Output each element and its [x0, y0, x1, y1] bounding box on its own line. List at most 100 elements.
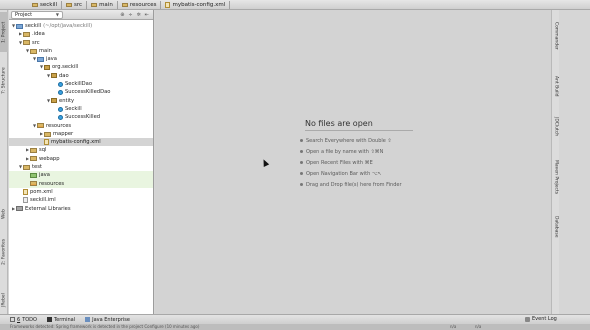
project-tree: ▼ seckill (~/opt/java/seckill) ▶ .idea ▼… [9, 20, 153, 213]
tree-item-test[interactable]: ▼ test [9, 163, 153, 171]
xml-file-icon [44, 139, 49, 146]
status-message[interactable]: Frameworks detected: Spring framework is… [10, 324, 199, 329]
event-log-icon [525, 316, 530, 322]
collapse-icon[interactable]: ÷ [128, 12, 132, 18]
sync-icon[interactable]: ⊕ [120, 12, 124, 18]
tree-item-seckill-iml[interactable]: seckill.iml [9, 196, 153, 204]
tab-web[interactable]: Web [0, 206, 8, 222]
tree-item-seckill-class[interactable]: Seckill [9, 105, 153, 113]
test-source-folder-icon [30, 172, 37, 178]
folder-icon [44, 131, 51, 137]
file-encoding[interactable]: n/a [475, 324, 481, 330]
no-files-title: No files are open [305, 119, 373, 128]
divider [305, 130, 413, 131]
chevron-down-icon: ▼ [55, 12, 59, 17]
resources-folder-icon [37, 123, 44, 129]
tab-ant-build[interactable]: Ant Build [552, 68, 560, 104]
breadcrumb-main[interactable]: main [89, 0, 118, 9]
tree-item-dao[interactable]: ▼ dao [9, 72, 153, 80]
tree-item-org-seckill[interactable]: ▼ org.seckill [9, 63, 153, 71]
breadcrumb-seckill[interactable]: seckill [30, 0, 63, 9]
editor-area[interactable]: No files are open Search Everywhere with… [155, 10, 551, 314]
folder-icon [23, 164, 30, 170]
tree-item-webapp[interactable]: ▶ webapp [9, 155, 153, 163]
folder-icon [32, 2, 38, 7]
test-resources-folder-icon [30, 181, 37, 187]
library-icon [16, 206, 23, 212]
tree-item-resources[interactable]: ▼ resources [9, 122, 153, 130]
bullet-icon [300, 139, 303, 142]
module-folder-icon [16, 23, 23, 29]
tree-item-entity[interactable]: ▼ entity [9, 97, 153, 105]
bullet-icon [300, 150, 303, 153]
folder-icon [30, 156, 37, 162]
interface-icon [58, 90, 63, 96]
class-icon [58, 114, 63, 120]
java-enterprise-icon [85, 317, 91, 322]
tab-todo[interactable]: 6 TODO [10, 317, 37, 323]
right-tool-strip: Commander Ant Build JDClutch Maven Proje… [551, 10, 559, 314]
tab-java-enterprise[interactable]: Java Enterprise [85, 317, 130, 323]
tab-favorites[interactable]: 2: Favorites [0, 230, 8, 274]
project-panel-header: Project ▼ ⊕ ÷ ✲ ⇤ [9, 10, 153, 20]
tree-item-successkilleddao[interactable]: SuccessKilledDao [9, 88, 153, 96]
window-icon [10, 317, 15, 322]
tree-item-mybatis-config[interactable]: mybatis-config.xml [9, 138, 153, 147]
tree-item-test-resources[interactable]: resources [9, 179, 153, 188]
tree-item-java[interactable]: ▼ java [9, 55, 153, 63]
gear-icon[interactable]: ✲ [137, 12, 141, 18]
tree-item-sql[interactable]: ▶ sql [9, 146, 153, 154]
tab-terminal[interactable]: Terminal [46, 317, 75, 323]
tree-item-successkilled-class[interactable]: SuccessKilled [9, 113, 153, 121]
package-icon [44, 65, 50, 71]
project-view-selector[interactable]: Project ▼ [11, 10, 63, 19]
folder-icon [30, 48, 37, 54]
tab-structure[interactable]: 7: Structure [0, 58, 8, 104]
folder-icon [23, 31, 30, 37]
breadcrumb-src[interactable]: src [64, 0, 88, 9]
folder-icon [23, 40, 30, 46]
tree-item-external-libraries[interactable]: ▶ External Libraries [9, 205, 153, 213]
tab-maven-projects[interactable]: Maven Projects [552, 150, 560, 204]
tree-item-idea[interactable]: ▶ .idea [9, 30, 153, 38]
hint-drag-drop: Drag and Drop file(s) here from Finder [300, 182, 402, 188]
tab-event-log[interactable]: Event Log [525, 316, 557, 322]
folder-icon [121, 2, 128, 7]
bullet-icon [300, 161, 303, 164]
tree-item-src[interactable]: ▼ src [9, 39, 153, 47]
tab-commander[interactable]: Commander [552, 14, 560, 58]
tree-item-seckilldao[interactable]: SeckillDao [9, 80, 153, 88]
iml-file-icon [23, 197, 28, 204]
maven-file-icon [23, 189, 28, 196]
tree-item-test-java[interactable]: java [9, 171, 153, 180]
caret-position[interactable]: n/a [450, 324, 456, 330]
tab-jrebel[interactable]: JRebel [0, 288, 8, 312]
tab-project[interactable]: 1: Project [0, 12, 8, 52]
bullet-icon [300, 183, 303, 186]
hint-search-everywhere: Search Everywhere with Double ⇧ [300, 138, 392, 144]
xml-file-icon [165, 1, 171, 8]
left-tool-strip: 1: Project 7: Structure Web 2: Favorites… [0, 10, 8, 314]
ide-window: seckill src main resources mybatis-confi… [0, 0, 590, 330]
bottom-tool-bar: 6 TODO Terminal Java Enterprise Event Lo… [0, 314, 590, 324]
package-icon [51, 98, 57, 104]
tree-item-seckill[interactable]: ▼ seckill (~/opt/java/seckill) [9, 22, 153, 30]
tree-item-mapper[interactable]: ▶ mapper [9, 130, 153, 138]
tree-item-main[interactable]: ▼ main [9, 47, 153, 55]
hint-recent-files: Open Recent Files with ⌘E [300, 160, 373, 166]
bullet-icon [300, 172, 303, 175]
class-icon [58, 106, 63, 112]
tab-jdclutch[interactable]: JDClutch [552, 110, 560, 144]
folder-icon [66, 2, 73, 7]
breadcrumb-mybatis-config[interactable]: mybatis-config.xml [163, 0, 231, 9]
hint-open-file: Open a file by name with ⇧⌘N [300, 149, 383, 155]
breadcrumb-resources[interactable]: resources [120, 0, 162, 9]
source-folder-icon [37, 56, 44, 62]
project-panel: Project ▼ ⊕ ÷ ✲ ⇤ ▼ seckill (~/opt/java/… [9, 10, 154, 314]
hide-icon[interactable]: ⇤ [145, 12, 149, 18]
tree-item-pom[interactable]: pom.xml [9, 188, 153, 196]
hint-navigation-bar: Open Navigation Bar with ⌥↖ [300, 171, 382, 177]
tab-database[interactable]: Database [552, 210, 560, 244]
folder-icon [30, 148, 37, 154]
status-bar: Frameworks detected: Spring framework is… [0, 324, 590, 330]
